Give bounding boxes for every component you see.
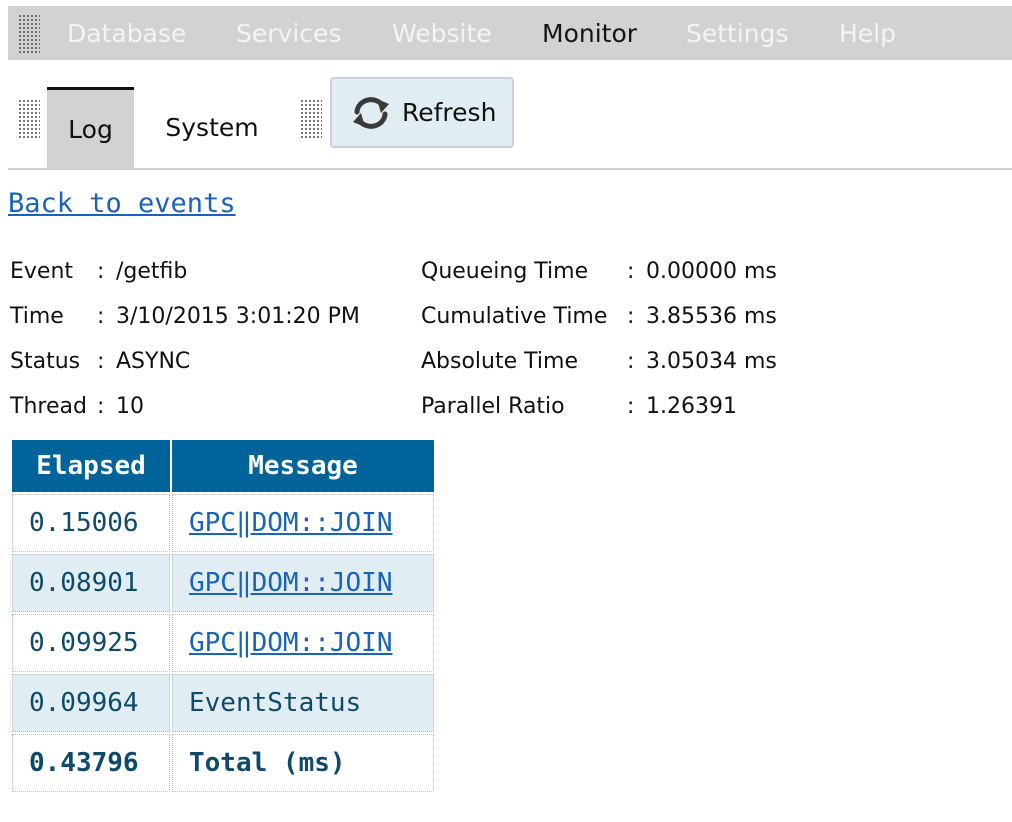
menu-settings[interactable]: Settings [686,20,789,48]
tabbar-grip-handle[interactable] [18,99,40,139]
elapsed-cell: 0.15006 [12,494,170,552]
message-cell: GPC‖DOM::JOIN [172,614,434,672]
elapsed-cell: 0.09925 [12,614,170,672]
detail-separator: : [627,349,635,374]
detail-value-parallel-ratio: 1.26391 [646,394,737,419]
detail-separator: : [97,394,105,419]
table-total-row: 0.43796 Total (ms) [12,734,434,792]
back-to-events-link[interactable]: Back to events [8,188,236,219]
menu-database[interactable]: Database [67,20,186,48]
detail-label-parallel-ratio: Parallel Ratio [421,394,565,419]
column-header-message[interactable]: Message [172,440,434,492]
detail-value-thread: 10 [116,394,144,419]
table-row: 0.15006 GPC‖DOM::JOIN [12,494,434,552]
message-link[interactable]: GPC‖DOM::JOIN [189,508,393,538]
column-header-elapsed[interactable]: Elapsed [12,440,170,492]
menu-services[interactable]: Services [236,20,341,48]
elapsed-cell: 0.08901 [12,554,170,612]
table-row: 0.08901 GPC‖DOM::JOIN [12,554,434,612]
elapsed-cell: 0.09964 [12,674,170,732]
detail-label-event: Event [10,259,74,284]
refresh-button[interactable]: Refresh [330,77,514,148]
detail-separator: : [627,394,635,419]
message-cell: EventStatus [172,674,434,732]
refresh-button-label: Refresh [402,98,497,127]
table-row: 0.09964 EventStatus [12,674,434,732]
table-header-row: Elapsed Message [12,440,434,492]
detail-label-cumulative-time: Cumulative Time [421,304,608,329]
message-link[interactable]: GPC‖DOM::JOIN [189,628,393,658]
tab-system[interactable]: System [150,87,274,168]
detail-separator: : [627,304,635,329]
detail-label-absolute-time: Absolute Time [421,349,578,374]
detail-separator: : [97,259,105,284]
detail-separator: : [97,304,105,329]
message-cell: GPC‖DOM::JOIN [172,494,434,552]
detail-separator: : [97,349,105,374]
detail-label-queueing-time: Queueing Time [421,259,589,284]
tab-divider [8,168,1012,170]
detail-value-queueing-time: 0.00000 ms [646,259,777,284]
menu-website[interactable]: Website [392,20,492,48]
message-link[interactable]: GPC‖DOM::JOIN [189,568,393,598]
menu-monitor[interactable]: Monitor [542,20,637,48]
detail-value-time: 3/10/2015 3:01:20 PM [116,304,360,329]
detail-value-event: /getfib [116,259,188,284]
detail-value-status: ASYNC [116,349,191,374]
main-menubar: Database Services Website Monitor Settin… [8,6,1012,60]
toolbar-grip-handle[interactable] [300,99,322,139]
detail-label-time: Time [10,304,64,329]
event-log-table: Elapsed Message 0.15006 GPC‖DOM::JOIN 0.… [10,438,436,794]
detail-label-status: Status [10,349,81,374]
table-row: 0.09925 GPC‖DOM::JOIN [12,614,434,672]
detail-value-cumulative-time: 3.85536 ms [646,304,777,329]
message-cell: GPC‖DOM::JOIN [172,554,434,612]
detail-separator: : [627,259,635,284]
tab-log[interactable]: Log [47,87,134,168]
menubar-grip-handle[interactable] [18,14,40,54]
detail-value-absolute-time: 3.05034 ms [646,349,777,374]
total-label-cell: Total (ms) [172,734,434,792]
menu-help[interactable]: Help [839,20,896,48]
refresh-icon [353,96,389,129]
total-elapsed-cell: 0.43796 [12,734,170,792]
detail-label-thread: Thread [10,394,87,419]
